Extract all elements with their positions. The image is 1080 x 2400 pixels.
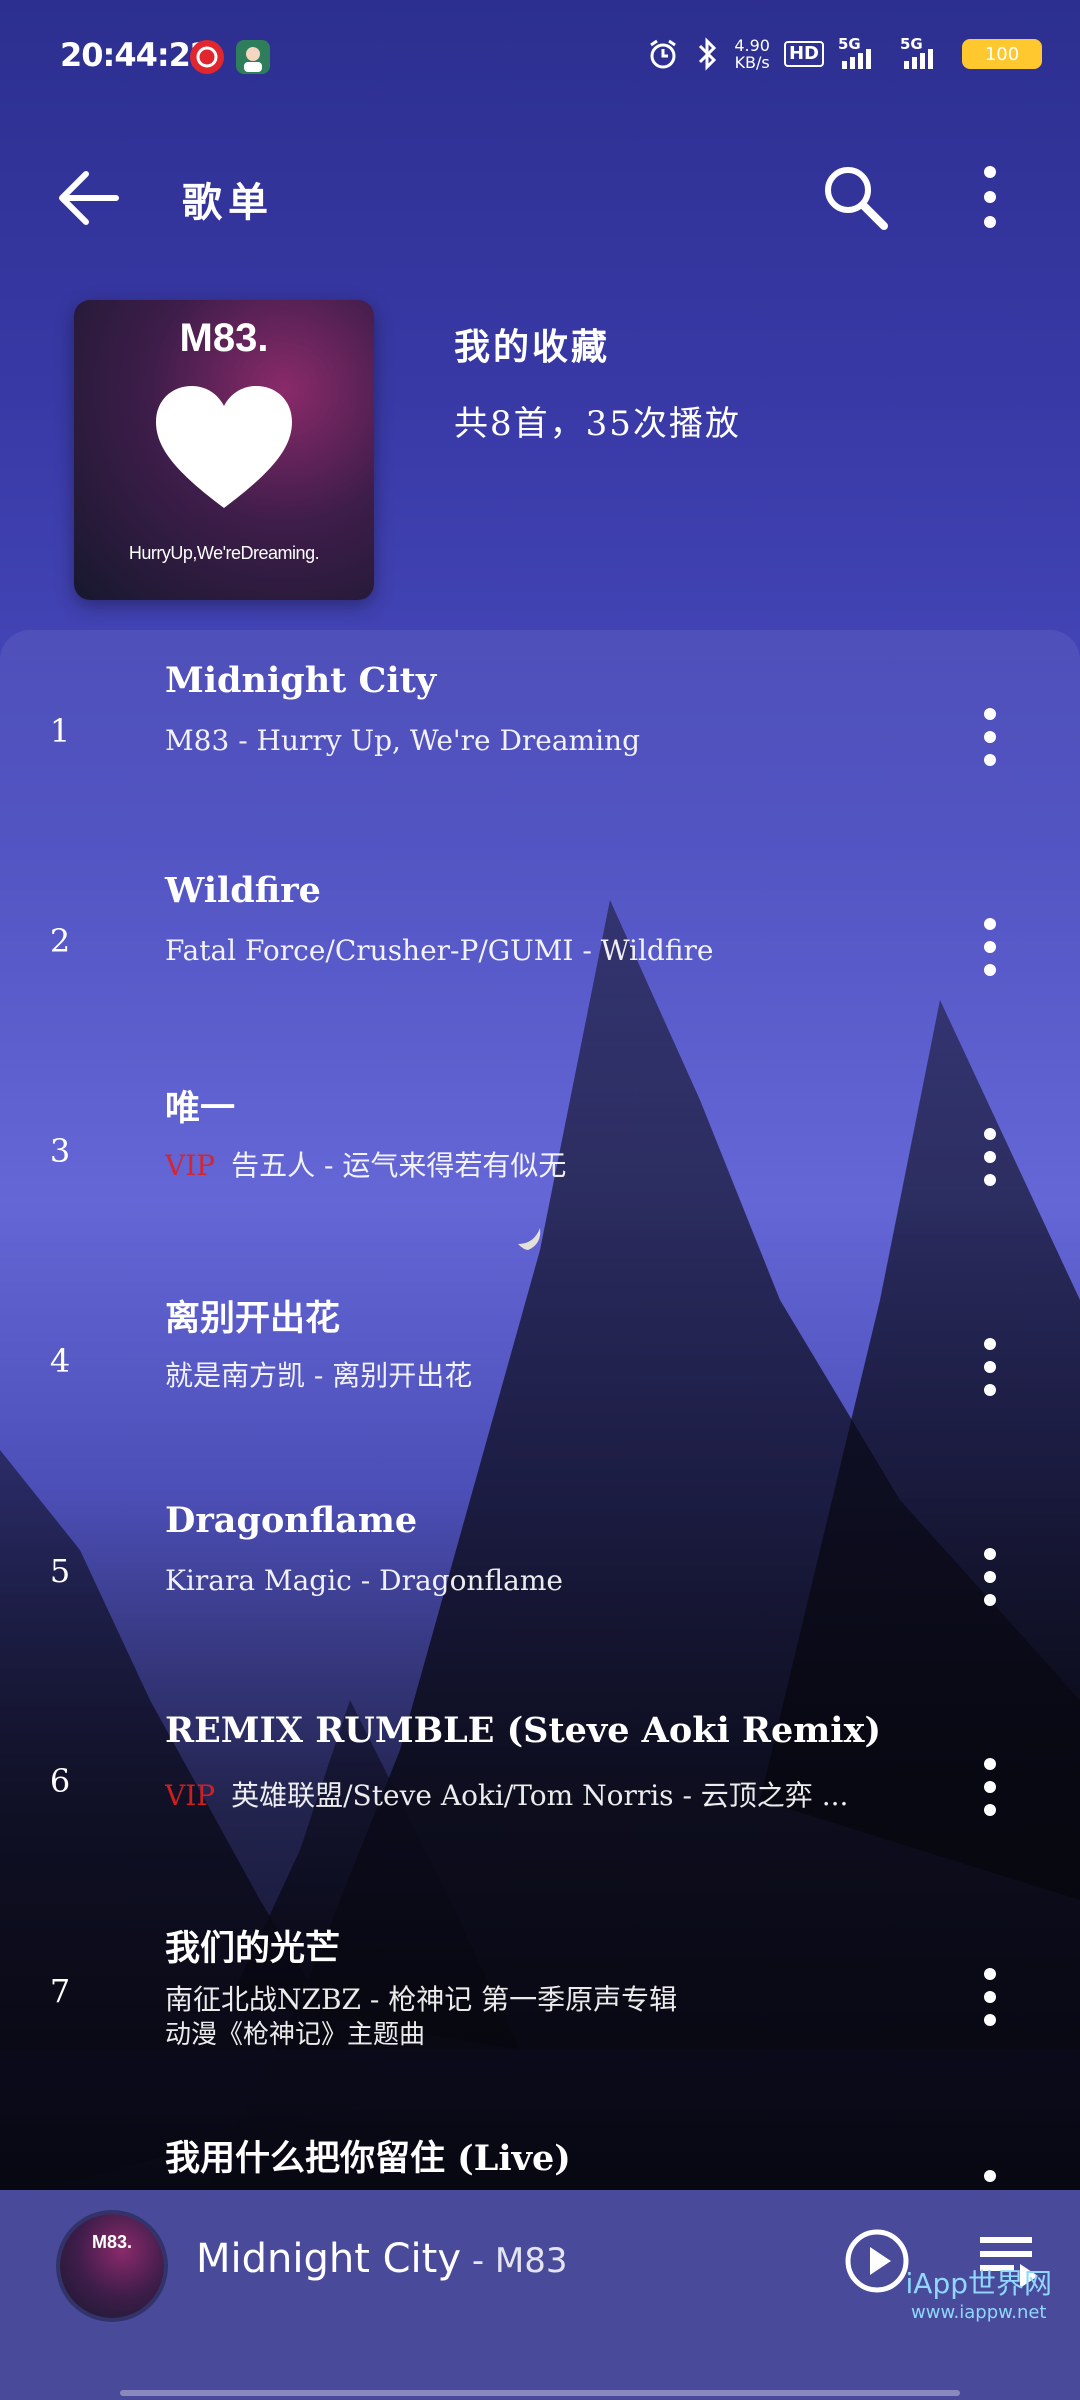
song-title: 离别开出花 [165, 1298, 341, 1339]
search-button[interactable] [820, 162, 890, 232]
more-vertical-icon [984, 1758, 996, 1816]
more-vertical-icon [984, 918, 996, 976]
song-title: 唯一 [165, 1088, 236, 1129]
song-more-button[interactable] [970, 1752, 1010, 1822]
song-subtitle: Fatal Force/Crusher-P/GUMI - Wildfire [165, 934, 714, 967]
play-circle-icon [845, 2229, 909, 2293]
song-subtitle: 南征北战NZBZ - 枪神记 第一季原声专辑 [165, 1983, 678, 2016]
song-subtitle-2: 动漫《枪神记》主题曲 [165, 2020, 426, 2050]
song-title: Wildfire [165, 870, 321, 911]
signal-icon: 5G [838, 35, 886, 69]
song-row[interactable]: 我用什么把你留住 (Live) [0, 2100, 1080, 2190]
song-index: 1 [49, 712, 71, 750]
heart-icon [156, 386, 292, 508]
app-bar: 歌单 [0, 150, 1080, 240]
song-row[interactable]: 4 离别开出花 就是南方凯 - 离别开出花 [0, 1260, 1080, 1470]
mini-player-cover[interactable]: M83. [60, 2214, 164, 2318]
song-index: 6 [49, 1762, 71, 1800]
song-index: 7 [49, 1972, 71, 2010]
song-row[interactable]: 6 REMIX RUMBLE (Steve Aoki Remix) VIP 英雄联… [0, 1680, 1080, 1890]
search-icon [825, 167, 888, 230]
song-row[interactable]: 3 唯一 VIP 告五人 - 运气来得若有似无 [0, 1050, 1080, 1260]
song-subtitle: VIP 英雄联盟/Steve Aoki/Tom Norris - 云顶之弈 ... [165, 1779, 849, 1812]
song-more-button[interactable] [970, 1122, 1010, 1192]
vip-badge: VIP [165, 1779, 216, 1812]
cover-album-name: HurryUp,We'reDreaming. [128, 543, 320, 563]
song-title: REMIX RUMBLE (Steve Aoki Remix) [165, 1710, 882, 1751]
more-vertical-icon [984, 1968, 996, 2026]
more-vertical-icon [984, 1548, 996, 1606]
song-index: 4 [49, 1342, 71, 1380]
more-button[interactable] [960, 162, 1020, 232]
cover-band-name: M83. [179, 316, 269, 360]
more-vertical-icon [984, 1128, 996, 1186]
playlist-cover[interactable]: M83. HurryUp,We'reDreaming. [74, 300, 374, 600]
bluetooth-icon [699, 37, 717, 71]
playlist-name: 我的收藏 [454, 326, 611, 368]
song-subtitle: VIP 告五人 - 运气来得若有似无 [165, 1149, 567, 1182]
song-more-button[interactable] [970, 1962, 1010, 2032]
song-list: 1 Midnight City M83 - Hurry Up, We're Dr… [0, 630, 1080, 2190]
song-title: 我用什么把你留住 (Live) [165, 2138, 571, 2179]
song-index: 3 [49, 1132, 71, 1170]
song-title: Dragonflame [165, 1500, 418, 1541]
playlist-stats: 共8首，35次播放 [454, 404, 741, 444]
song-row[interactable]: 2 Wildfire Fatal Force/Crusher-P/GUMI - … [0, 840, 1080, 1050]
watermark: iApp世界网 www.iappw.net [905, 2267, 1052, 2323]
more-vertical-icon [984, 708, 996, 766]
page-title: 歌单 [182, 179, 274, 226]
song-more-button[interactable] [970, 912, 1010, 982]
song-more-button[interactable] [970, 702, 1010, 772]
more-vertical-icon [984, 2170, 996, 2182]
network-speed: 4.90 KB/s [734, 36, 770, 72]
battery-indicator: 100 [962, 39, 1042, 69]
mini-cover-band: M83. [91, 2232, 133, 2252]
play-button[interactable] [844, 2228, 910, 2294]
song-index: 2 [49, 922, 71, 960]
song-title: 我们的光芒 [165, 1928, 341, 1969]
vip-badge: VIP [165, 1149, 216, 1182]
more-vertical-icon [984, 166, 996, 228]
song-index: 5 [49, 1552, 71, 1590]
more-vertical-icon [984, 1338, 996, 1396]
back-button[interactable] [52, 162, 124, 234]
song-more-button[interactable] [970, 1542, 1010, 1612]
song-subtitle: 就是南方凯 - 离别开出花 [165, 1359, 473, 1392]
song-subtitle: Kirara Magic - Dragonflame [165, 1564, 563, 1597]
song-subtitle: M83 - Hurry Up, We're Dreaming [165, 724, 641, 757]
song-more-button[interactable] [970, 2164, 1010, 2190]
home-indicator[interactable] [120, 2390, 960, 2396]
song-more-button[interactable] [970, 1332, 1010, 1402]
hd-badge: HD [783, 41, 824, 67]
alarm-icon [650, 39, 677, 69]
avatar-app-icon [236, 40, 270, 74]
mini-player-title[interactable]: Midnight City - M83 [196, 2236, 568, 2282]
status-time: 20:44:22 [60, 36, 212, 74]
netease-music-icon [190, 40, 224, 74]
song-row[interactable]: 7 我们的光芒 南征北战NZBZ - 枪神记 第一季原声专辑 动漫《枪神记》主题… [0, 1890, 1080, 2100]
song-row[interactable]: 1 Midnight City M83 - Hurry Up, We're Dr… [0, 630, 1080, 840]
signal-icon: 5G [900, 35, 948, 69]
arrow-left-icon [59, 171, 119, 225]
song-row[interactable]: 5 Dragonflame Kirara Magic - Dragonflame [0, 1470, 1080, 1680]
song-title: Midnight City [165, 660, 437, 701]
status-bar: 20:44:22 4.90 KB/s HD 5G 5G 100 [0, 0, 1080, 116]
